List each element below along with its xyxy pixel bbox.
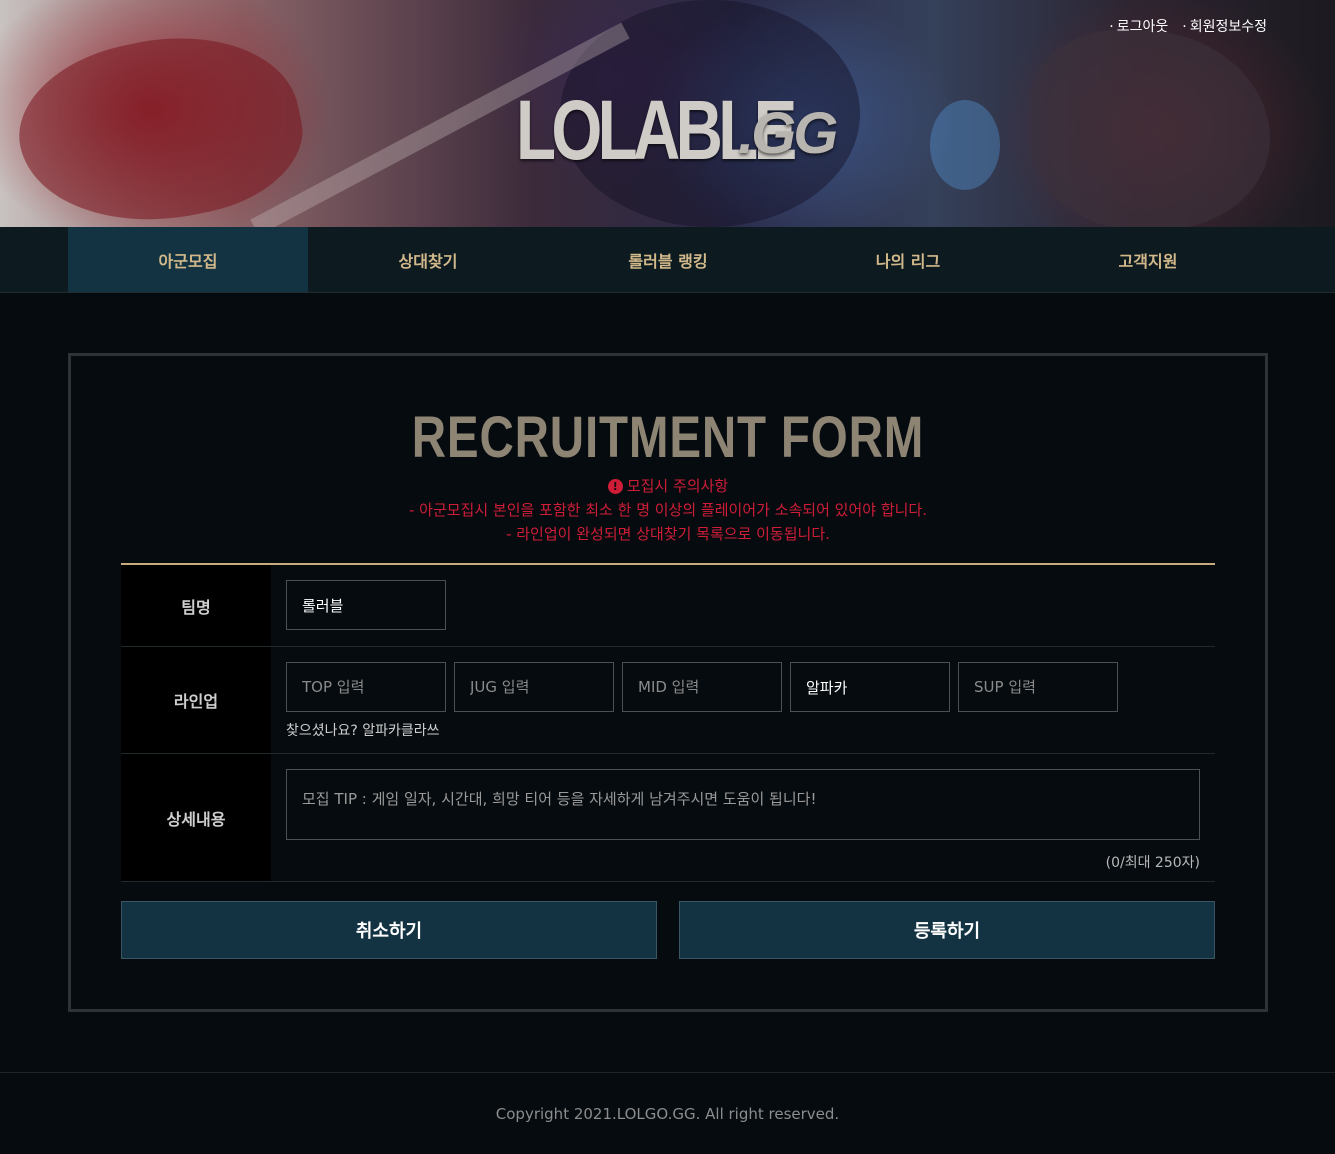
team-name-cell xyxy=(271,565,1215,646)
lineup-label: 라인업 xyxy=(121,647,271,753)
notice-box: ! 모집시 주의사항 - 아군모집시 본인을 포함한 최소 한 명 이상의 플레… xyxy=(71,474,1265,546)
cancel-button[interactable]: 취소하기 xyxy=(121,901,657,959)
team-name-row: 팀명 xyxy=(121,565,1215,647)
nav-item-my-league[interactable]: 나의 리그 xyxy=(788,227,1028,292)
team-name-input[interactable] xyxy=(286,580,446,630)
logo-sub-text: .GG xyxy=(738,101,838,166)
edit-profile-link[interactable]: 회원정보수정 xyxy=(1182,16,1267,36)
submit-button[interactable]: 등록하기 xyxy=(679,901,1215,959)
site-logo[interactable]: LOLABLE .GG xyxy=(516,78,838,177)
form-table: 팀명 라인업 찾으셨나요? 알파카클라쓰 상세내용 xyxy=(121,563,1215,882)
detail-textarea[interactable] xyxy=(286,769,1200,840)
hero-art-figure-right xyxy=(1030,30,1270,227)
nav-item-find-opponent[interactable]: 상대찾기 xyxy=(308,227,548,292)
nav-item-support[interactable]: 고객지원 xyxy=(1028,227,1268,292)
notice-title: 모집시 주의사항 xyxy=(626,477,729,495)
lineup-inputs xyxy=(286,662,1200,712)
hero-banner: LOLABLE .GG 로그아웃 회원정보수정 xyxy=(0,0,1335,227)
mid-input[interactable] xyxy=(622,662,782,712)
nav-items: 아군모집 상대찾기 롤러블 랭킹 나의 리그 고객지원 xyxy=(68,227,1268,292)
top-input[interactable] xyxy=(286,662,446,712)
sup-input[interactable] xyxy=(958,662,1118,712)
detail-label: 상세내용 xyxy=(121,754,271,881)
recruitment-form-panel: RECRUITMENT FORM ! 모집시 주의사항 - 아군모집시 본인을 … xyxy=(68,353,1268,1012)
lineup-cell: 찾으셨나요? 알파카클라쓰 xyxy=(271,647,1215,753)
alert-icon: ! xyxy=(607,478,623,494)
logo-main-text: LOLABLE xyxy=(516,83,797,177)
copyright-text: Copyright 2021.LOLGO.GG. All right reser… xyxy=(495,1104,840,1123)
notice-header: ! 모집시 주의사항 xyxy=(71,474,1265,498)
adc-input[interactable] xyxy=(790,662,950,712)
notice-line: - 아군모집시 본인을 포함한 최소 한 명 이상의 플레이어가 소속되어 있어… xyxy=(408,501,928,519)
team-name-label: 팀명 xyxy=(121,565,271,646)
top-links: 로그아웃 회원정보수정 xyxy=(1109,16,1267,36)
detail-cell: (0/최대 250자) xyxy=(271,754,1215,881)
nav-item-recruit[interactable]: 아군모집 xyxy=(68,227,308,292)
hero-art-glow xyxy=(930,100,1000,190)
notice-line: - 라인업이 완성되면 상대찾기 목록으로 이동됩니다. xyxy=(506,525,830,543)
form-title: RECRUITMENT FORM xyxy=(411,405,925,470)
main-nav: 아군모집 상대찾기 롤러블 랭킹 나의 리그 고객지원 xyxy=(0,227,1335,293)
char-count: (0/최대 250자) xyxy=(1105,855,1200,871)
logout-link[interactable]: 로그아웃 xyxy=(1109,16,1169,36)
detail-row: 상세내용 (0/최대 250자) xyxy=(121,754,1215,882)
lineup-hint: 찾으셨나요? 알파카클라쓰 xyxy=(286,723,440,739)
jug-input[interactable] xyxy=(454,662,614,712)
footer: Copyright 2021.LOLGO.GG. All right reser… xyxy=(0,1072,1335,1154)
form-buttons: 취소하기 등록하기 xyxy=(121,901,1215,959)
nav-item-ranking[interactable]: 롤러블 랭킹 xyxy=(548,227,788,292)
hero-art-figure-left xyxy=(4,12,316,227)
lineup-row: 라인업 찾으셨나요? 알파카클라쓰 xyxy=(121,647,1215,754)
